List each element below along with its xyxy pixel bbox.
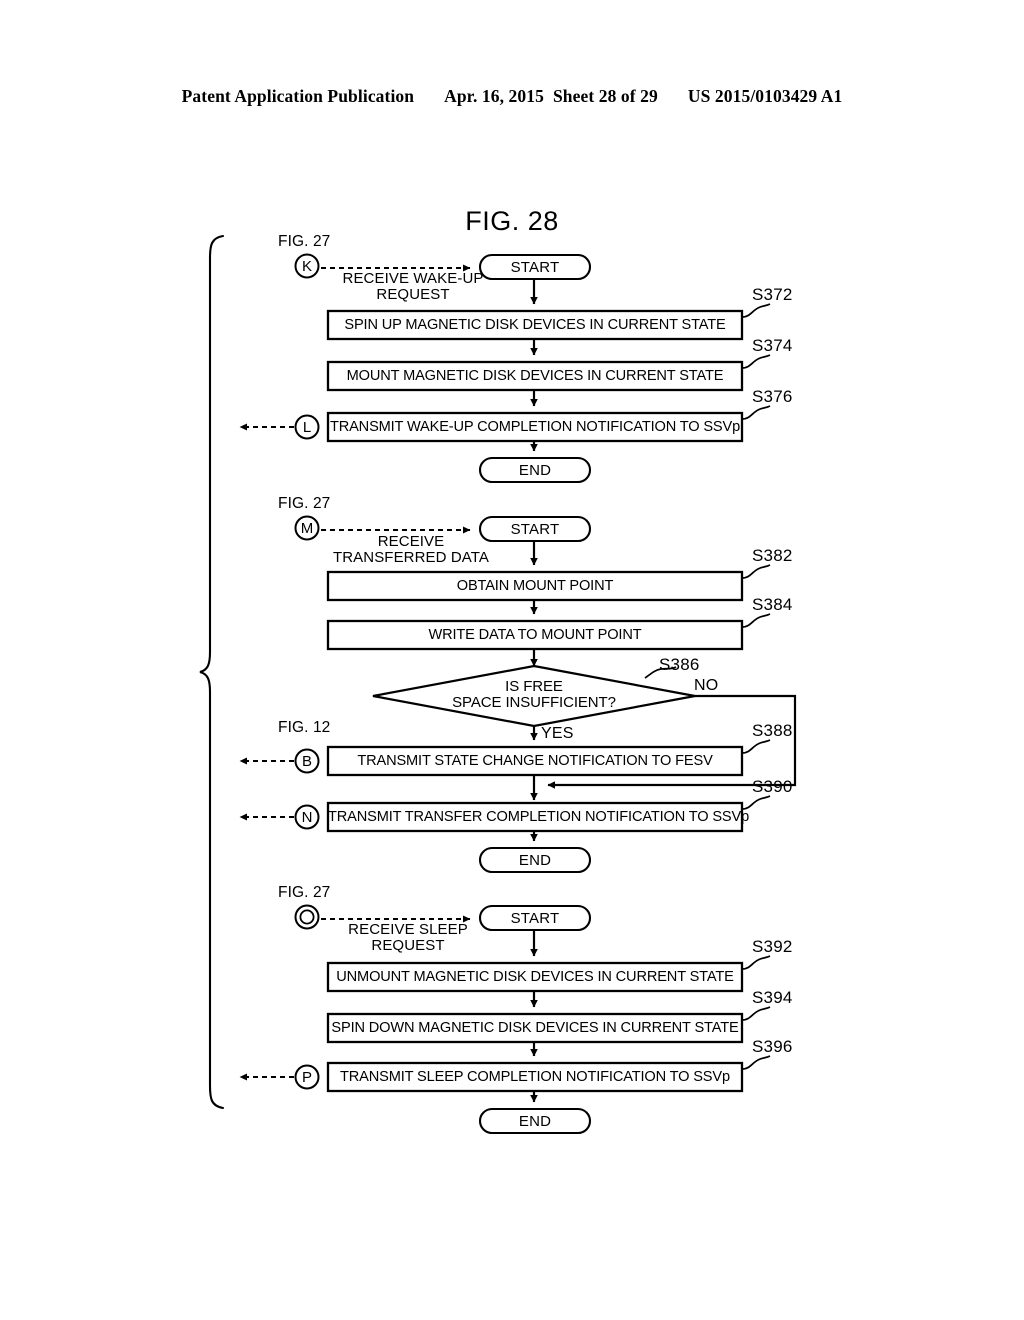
process-label-s392: UNMOUNT MAGNETIC DISK DEVICES IN CURRENT… [336, 969, 734, 985]
step-id-s372: S372 [752, 285, 793, 304]
leader-line-s396 [741, 1055, 771, 1070]
connector-label-p: P [301, 1069, 312, 1086]
entry-edge-label-k-line2: REQUEST [376, 286, 450, 304]
source-fig-ref-b: FIG. 12 [278, 719, 331, 736]
process-label-s376: TRANSMIT WAKE-UP COMPLETION NOTIFICATION… [329, 419, 741, 435]
step-id-s374: S374 [752, 336, 793, 355]
entry-edge-label-k-line1: RECEIVE WAKE-UP [342, 270, 484, 287]
connector-circle-o-inner [299, 909, 315, 925]
terminator-end-3-label: END [518, 1113, 552, 1130]
terminator-end-1-label: END [518, 462, 552, 479]
leader-line-s376 [741, 405, 771, 420]
terminator-start-1-label: START [510, 259, 560, 276]
entry-edge-label-o-line2: REQUEST [371, 937, 445, 955]
step-id-s384: S384 [752, 595, 793, 614]
step-id-s382: S382 [752, 546, 793, 565]
entry-edge-label-m: RECEIVE TRANSFERRED DATA [296, 533, 526, 567]
entry-edge-label-m-line2: TRANSFERRED DATA [332, 549, 490, 567]
process-label-s390: TRANSMIT TRANSFER COMPLETION NOTIFICATIO… [328, 809, 750, 825]
process-label-s372: SPIN UP MAGNETIC DISK DEVICES IN CURRENT… [344, 317, 726, 333]
connector-label-b: B [301, 753, 312, 770]
connector-label-k: K [301, 258, 312, 275]
process-label-s374: MOUNT MAGNETIC DISK DEVICES IN CURRENT S… [346, 368, 724, 384]
step-id-s388: S388 [752, 721, 793, 740]
connector-label-n: N [301, 809, 313, 826]
leader-line-s392 [741, 955, 771, 970]
leader-line-s394 [741, 1006, 771, 1021]
step-id-s376: S376 [752, 387, 793, 406]
step-id-s392: S392 [752, 937, 793, 956]
source-fig-ref-m: FIG. 27 [278, 495, 331, 512]
figure-grouping-brace [199, 234, 225, 1110]
decision-label-s386: IS FREE SPACE INSUFFICIENT? [414, 678, 654, 712]
step-id-s390: S390 [752, 777, 793, 796]
decision-label-s386-line1: IS FREE [505, 678, 563, 695]
decision-branch-yes: YES [541, 725, 574, 742]
process-label-s394: SPIN DOWN MAGNETIC DISK DEVICES IN CURRE… [331, 1020, 739, 1036]
leader-line-s372 [741, 303, 771, 318]
leader-line-s388 [741, 739, 771, 754]
decision-branch-no: NO [694, 677, 719, 694]
step-id-s386: S386 [659, 655, 700, 674]
leader-line-s382 [741, 564, 771, 579]
entry-edge-label-m-line1: RECEIVE [377, 533, 445, 550]
decision-label-s386-line2: SPACE INSUFFICIENT? [452, 694, 616, 712]
figure-title: FIG. 28 [465, 206, 559, 236]
entry-edge-label-o: RECEIVE SLEEP REQUEST [318, 921, 498, 955]
source-fig-ref-o: FIG. 27 [278, 884, 331, 901]
terminator-start-2-label: START [510, 521, 560, 538]
leader-line-s384 [741, 613, 771, 628]
connector-label-l: L [302, 419, 312, 436]
step-id-s394: S394 [752, 988, 793, 1007]
terminator-end-2-label: END [518, 852, 552, 869]
process-label-s384: WRITE DATA TO MOUNT POINT [428, 627, 642, 643]
source-fig-ref-k: FIG. 27 [278, 233, 331, 250]
step-id-s396: S396 [752, 1037, 793, 1056]
entry-edge-label-o-line1: RECEIVE SLEEP [348, 921, 468, 938]
process-label-s388: TRANSMIT STATE CHANGE NOTIFICATION TO FE… [357, 753, 713, 769]
process-label-s382: OBTAIN MOUNT POINT [456, 578, 614, 594]
process-label-s396: TRANSMIT SLEEP COMPLETION NOTIFICATION T… [340, 1069, 730, 1085]
terminator-start-3-label: START [510, 910, 560, 927]
leader-line-s390 [741, 795, 771, 810]
leader-line-s374 [741, 354, 771, 369]
figure-28: FIG. 28 FIG. 27 K RECEIVE WAKE-UP REQUES… [0, 0, 1024, 1320]
